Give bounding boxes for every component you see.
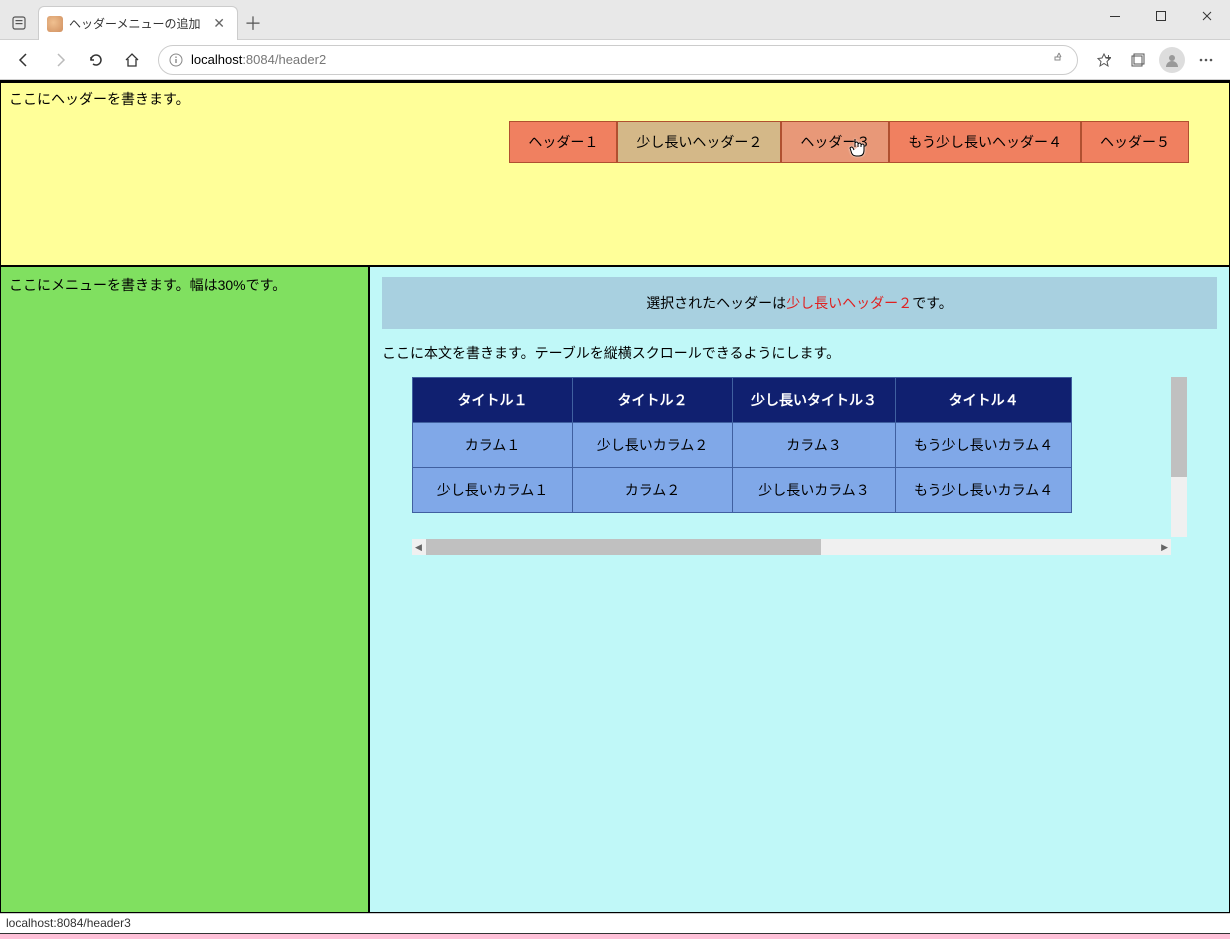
table-cell: 少し長いカラム３ — [733, 468, 896, 513]
status-text: localhost:8084/header3 — [6, 916, 131, 930]
scroll-left-icon[interactable]: ◀ — [415, 542, 422, 553]
table-cell: 少し長いカラム２ — [573, 423, 733, 468]
minimize-button[interactable] — [1092, 0, 1138, 32]
table-header: 少し長いタイトル３ — [733, 378, 896, 423]
table-header: タイトル２ — [573, 378, 733, 423]
collections-button[interactable] — [1122, 44, 1154, 76]
header-label: ここにヘッダーを書きます。 — [9, 89, 1221, 109]
address-port: :8084 — [242, 52, 275, 67]
favorites-button[interactable] — [1088, 44, 1120, 76]
read-aloud-icon[interactable] — [1051, 52, 1067, 68]
horizontal-scrollbar[interactable]: ◀ ▶ — [412, 539, 1171, 555]
site-info-icon — [169, 53, 183, 67]
refresh-button[interactable] — [80, 44, 112, 76]
back-button[interactable] — [8, 44, 40, 76]
data-table: タイトル１タイトル２少し長いタイトル３タイトル４ カラム１少し長いカラム２カラム… — [412, 377, 1072, 513]
table-header: タイトル４ — [896, 378, 1072, 423]
header-nav-item-5[interactable]: ヘッダー５ — [1081, 121, 1189, 163]
header-nav-item-1[interactable]: ヘッダー１ — [509, 121, 617, 163]
address-host: localhost — [191, 52, 242, 67]
new-tab-button[interactable]: ＋ — [238, 10, 268, 36]
banner-suffix: です。 — [912, 295, 953, 311]
header-nav-item-2[interactable]: 少し長いヘッダー２ — [617, 121, 781, 163]
header-nav-item-3[interactable]: ヘッダー３ — [781, 121, 889, 163]
footer-strip — [0, 933, 1230, 939]
vertical-scrollbar[interactable] — [1171, 377, 1187, 537]
header-nav-item-4[interactable]: もう少し長いヘッダー４ — [889, 121, 1081, 163]
maximize-button[interactable] — [1138, 0, 1184, 32]
browser-toolbar: localhost:8084/header2 — [0, 40, 1230, 80]
favicon-icon — [47, 16, 63, 32]
table-cell: もう少し長いカラム４ — [896, 423, 1072, 468]
header-area: ここにヘッダーを書きます。 ヘッダー１少し長いヘッダー２ヘッダー３もう少し長いヘ… — [0, 82, 1230, 266]
tab-close-button[interactable]: ✕ — [209, 15, 229, 32]
address-path: /header2 — [275, 52, 326, 67]
browser-tab[interactable]: ヘッダーメニューの追加 ✕ — [38, 6, 238, 40]
table-cell: カラム２ — [573, 468, 733, 513]
scroll-right-icon[interactable]: ▶ — [1161, 542, 1168, 553]
sidebar-label: ここにメニューを書きます。幅は30%です。 — [9, 275, 360, 295]
tab-title: ヘッダーメニューの追加 — [69, 15, 209, 32]
browser-titlebar: ヘッダーメニューの追加 ✕ ＋ — [0, 0, 1230, 40]
table-container: タイトル１タイトル２少し長いタイトル３タイトル４ カラム１少し長いカラム２カラム… — [412, 377, 1187, 555]
header-nav: ヘッダー１少し長いヘッダー２ヘッダー３もう少し長いヘッダー４ヘッダー５ — [509, 121, 1189, 163]
table-scroll[interactable]: タイトル１タイトル２少し長いタイトル３タイトル４ カラム１少し長いカラム２カラム… — [412, 377, 1187, 537]
main-area: 選択されたヘッダーは少し長いヘッダー２です。 ここに本文を書きます。テーブルを縦… — [369, 266, 1230, 913]
close-window-button[interactable] — [1184, 0, 1230, 32]
banner-selected: 少し長いヘッダー２ — [786, 295, 912, 311]
table-cell: カラム３ — [733, 423, 896, 468]
body-text: ここに本文を書きます。テーブルを縦横スクロールできるようにします。 — [382, 343, 1217, 363]
banner-prefix: 選択されたヘッダーは — [646, 295, 786, 311]
vertical-scroll-thumb[interactable] — [1171, 377, 1187, 477]
info-banner: 選択されたヘッダーは少し長いヘッダー２です。 — [382, 277, 1217, 329]
table-row: 少し長いカラム１カラム２少し長いカラム３もう少し長いカラム４ — [413, 468, 1072, 513]
table-cell: カラム１ — [413, 423, 573, 468]
table-row: カラム１少し長いカラム２カラム３もう少し長いカラム４ — [413, 423, 1072, 468]
horizontal-scroll-thumb[interactable] — [426, 539, 821, 555]
more-button[interactable] — [1190, 44, 1222, 76]
table-cell: 少し長いカラム１ — [413, 468, 573, 513]
address-bar[interactable]: localhost:8084/header2 — [158, 45, 1078, 75]
profile-button[interactable] — [1156, 44, 1188, 76]
status-bar: localhost:8084/header3 — [0, 913, 1230, 933]
table-cell: もう少し長いカラム４ — [896, 468, 1072, 513]
sidebar: ここにメニューを書きます。幅は30%です。 — [0, 266, 369, 913]
forward-button[interactable] — [44, 44, 76, 76]
home-button[interactable] — [116, 44, 148, 76]
tab-actions-button[interactable] — [6, 10, 32, 36]
table-header: タイトル１ — [413, 378, 573, 423]
page-content: ここにヘッダーを書きます。 ヘッダー１少し長いヘッダー２ヘッダー３もう少し長いヘ… — [0, 80, 1230, 913]
